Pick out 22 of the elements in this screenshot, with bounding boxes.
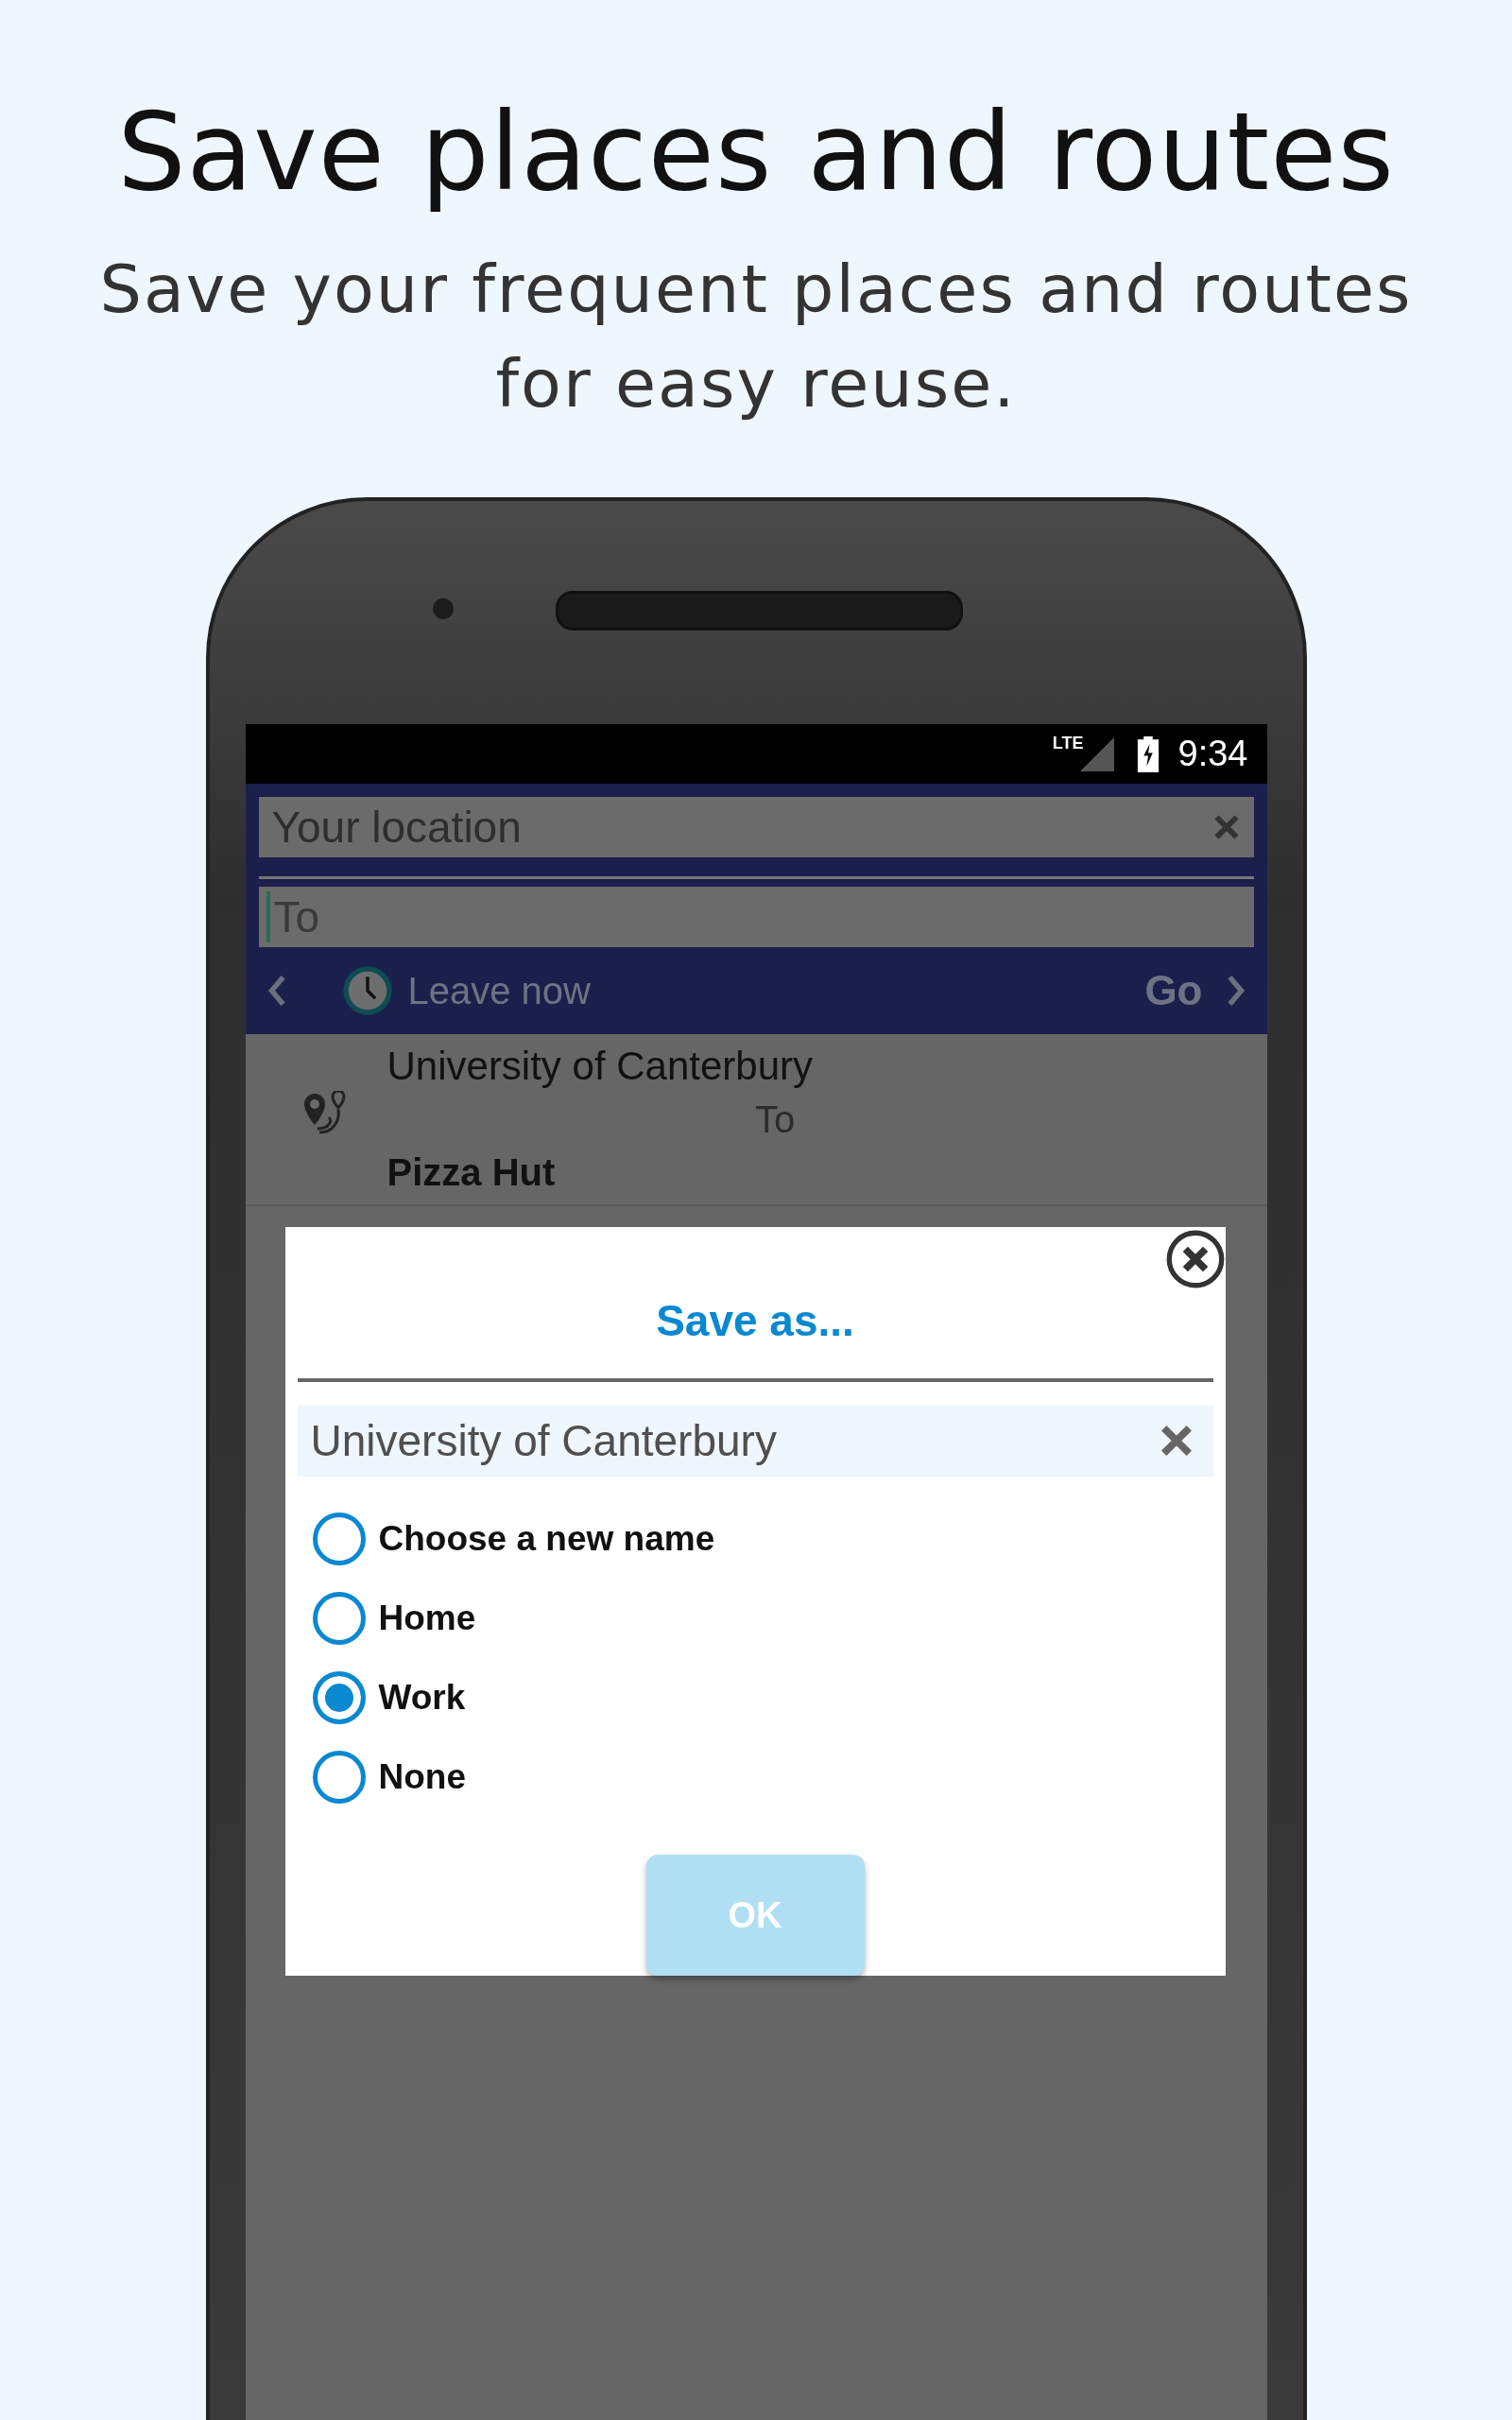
dialog-title: Save as...	[656, 1295, 854, 1346]
option-label: None	[378, 1757, 466, 1797]
clock-icon	[341, 965, 393, 1016]
clear-icon[interactable]	[1211, 813, 1241, 841]
route-destination: Pizza Hut	[387, 1150, 556, 1195]
radio-option[interactable]: None	[297, 1737, 466, 1817]
route-connector: To	[754, 1098, 796, 1142]
name-field[interactable]: University of Canterbury	[297, 1405, 1213, 1477]
headline: Save places and routes	[117, 88, 1395, 216]
option-label: Choose a new name	[378, 1519, 715, 1559]
radio-option[interactable]: Choose a new name	[297, 1499, 715, 1579]
radio-option[interactable]: Home	[297, 1579, 476, 1658]
camera-icon	[432, 598, 454, 619]
clock-time: 9:34	[1177, 734, 1248, 774]
option-label: Home	[378, 1599, 476, 1638]
option-label: Work	[378, 1678, 466, 1718]
battery-icon	[1136, 735, 1160, 772]
close-icon[interactable]	[1164, 1229, 1226, 1289]
route-origin: University of Canterbury	[387, 1043, 813, 1090]
radio-option[interactable]: Work	[297, 1658, 466, 1737]
subtitle: Save your frequent places and routes for easy reuse.	[98, 250, 1414, 424]
network-label: LTE	[1052, 734, 1084, 753]
